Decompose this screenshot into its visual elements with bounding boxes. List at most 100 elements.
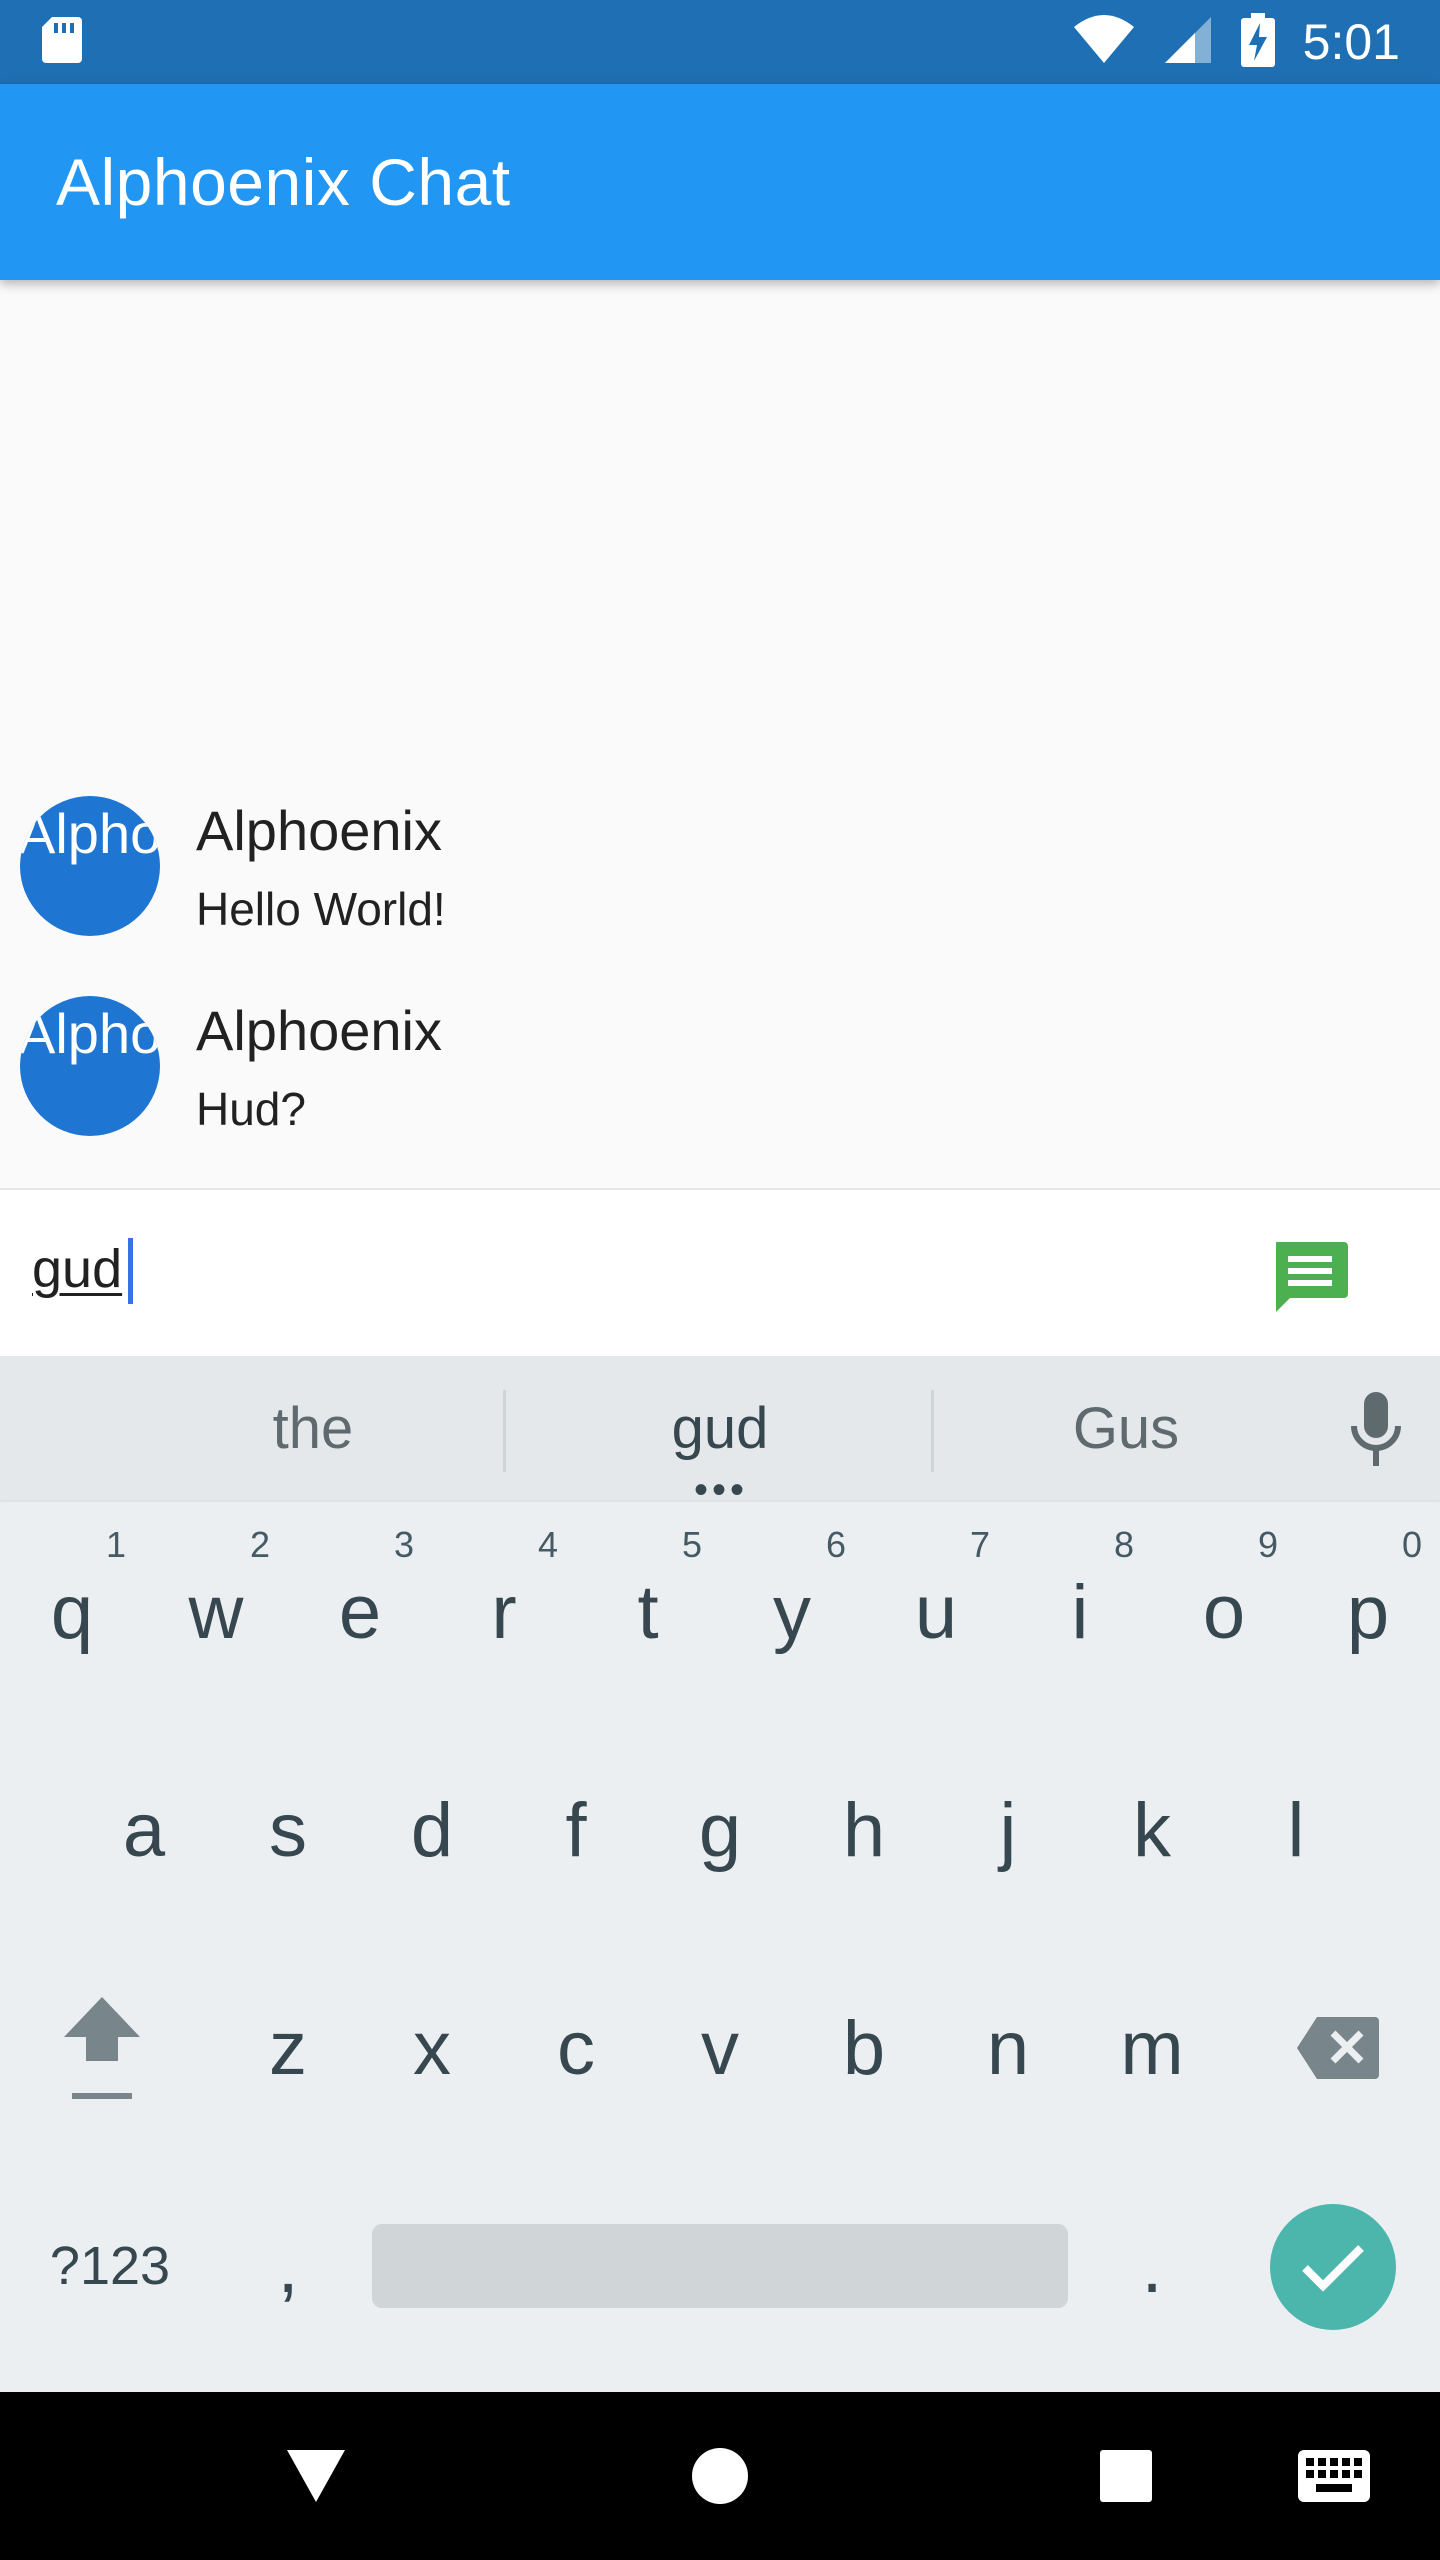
key-f[interactable]: f	[504, 1730, 648, 1930]
key-label: ,	[277, 2223, 299, 2309]
battery-charging-icon	[1240, 12, 1275, 72]
message-text: Hello World!	[196, 883, 446, 935]
app-title: Alphoenix Chat	[56, 145, 511, 219]
keyboard-switch-button[interactable]	[1294, 2436, 1374, 2516]
avatar-initials: Alphoenix	[20, 1002, 160, 1065]
key-z[interactable]: z	[216, 1948, 360, 2148]
send-button[interactable]	[1272, 1240, 1348, 1316]
cell-signal-icon	[1163, 15, 1213, 70]
home-button[interactable]	[680, 2436, 760, 2516]
navigation-bar	[0, 2392, 1440, 2560]
send-message-icon	[1276, 1242, 1348, 1312]
key-c[interactable]: c	[504, 1948, 648, 2148]
key-h[interactable]: h	[792, 1730, 936, 1930]
key-label: i	[1071, 1569, 1089, 1655]
message-text: Hud?	[196, 1083, 306, 1135]
message-item: Alphoenix Alphoenix Hud?	[0, 980, 1440, 1160]
key-d[interactable]: d	[360, 1730, 504, 1930]
key-label: j	[999, 1787, 1017, 1873]
key-hint: 6	[826, 1524, 847, 1565]
key-j[interactable]: j	[936, 1730, 1080, 1930]
key-label: l	[1287, 1787, 1305, 1873]
key-l[interactable]: l	[1224, 1730, 1368, 1930]
key-label: y	[773, 1569, 811, 1655]
enter-key[interactable]	[1270, 2204, 1396, 2330]
text-caret	[128, 1238, 133, 1304]
key-label: u	[914, 1569, 958, 1655]
key-label: x	[413, 2005, 451, 2091]
wifi-icon	[1073, 14, 1135, 70]
message-item: Alphoenix Alphoenix Hello World!	[0, 780, 1440, 960]
key-hint: 1	[106, 1524, 127, 1565]
period-key[interactable]: .	[1080, 2166, 1224, 2366]
keyboard-icon	[1298, 2450, 1370, 2502]
clock-time: 5:01	[1302, 14, 1400, 70]
key-label: r	[491, 1569, 517, 1655]
key-label: c	[557, 2005, 595, 2091]
key-label: o	[1202, 1569, 1246, 1655]
key-hint: 3	[394, 1524, 415, 1565]
recents-button[interactable]	[1086, 2436, 1166, 2516]
sender-name: Alphoenix	[196, 799, 442, 862]
avatar-initials: Alphoenix	[20, 802, 160, 865]
key-n[interactable]: n	[936, 1948, 1080, 2148]
key-label: z	[269, 2005, 307, 2091]
home-circle-icon	[692, 2448, 748, 2504]
space-bar[interactable]	[372, 2224, 1068, 2308]
key-label: g	[698, 1787, 742, 1873]
key-label: e	[338, 1569, 382, 1655]
microphone-icon[interactable]	[1348, 1392, 1404, 1468]
key-label: h	[842, 1787, 886, 1873]
message-input-value[interactable]: gud	[32, 1238, 122, 1300]
key-label: n	[986, 2005, 1030, 2091]
key-hint: 5	[682, 1524, 703, 1565]
key-hint: 2	[250, 1524, 271, 1565]
message-composer: gud	[0, 1190, 1440, 1356]
backspace-key[interactable]	[1266, 1948, 1410, 2148]
suggestion-strip: the gud ••• Gus	[0, 1356, 1440, 1512]
key-v[interactable]: v	[648, 1948, 792, 2148]
checkmark-icon	[1302, 2245, 1364, 2292]
key-m[interactable]: m	[1080, 1948, 1224, 2148]
comma-key[interactable]: ,	[216, 2166, 360, 2366]
key-label: f	[565, 1787, 587, 1873]
more-suggestions-icon: •••	[694, 1468, 749, 1512]
key-label: m	[1120, 2005, 1184, 2091]
key-label: a	[122, 1787, 166, 1873]
key-x[interactable]: x	[360, 1948, 504, 2148]
key-label: b	[842, 2005, 886, 2091]
key-hint: 8	[1114, 1524, 1135, 1565]
key-k[interactable]: k	[1080, 1730, 1224, 1930]
app-bar: Alphoenix Chat	[0, 84, 1440, 280]
key-label: s	[269, 1787, 307, 1873]
key-label: q	[50, 1569, 94, 1655]
avatar: Alphoenix	[20, 796, 160, 936]
back-button[interactable]	[276, 2436, 356, 2516]
key-hint: 9	[1258, 1524, 1279, 1565]
key-g[interactable]: g	[648, 1730, 792, 1930]
shift-key[interactable]	[30, 1948, 174, 2148]
backspace-icon	[1297, 2017, 1379, 2079]
key-b[interactable]: b	[792, 1948, 936, 2148]
key-label: v	[701, 2005, 739, 2091]
symbols-key[interactable]: ?123	[30, 2166, 190, 2366]
key-label: ?123	[49, 2236, 171, 2296]
suggestion-right[interactable]: Gus	[934, 1356, 1318, 1500]
suggestion-left[interactable]: the	[60, 1356, 566, 1500]
suggestion-separator	[0, 1500, 1440, 1502]
key-hint: 4	[538, 1524, 559, 1565]
key-label: k	[1133, 1787, 1171, 1873]
key-a[interactable]: a	[72, 1730, 216, 1930]
key-label: t	[637, 1569, 659, 1655]
key-hint: 0	[1402, 1524, 1423, 1565]
key-s[interactable]: s	[216, 1730, 360, 1930]
message-input[interactable]: gud	[32, 1230, 1212, 1320]
back-triangle-icon	[287, 2450, 345, 2502]
sd-card-icon	[40, 15, 84, 70]
key-label: p	[1346, 1569, 1390, 1655]
avatar: Alphoenix	[20, 996, 160, 1136]
sender-name: Alphoenix	[196, 999, 442, 1062]
status-bar: 5:01	[0, 0, 1440, 84]
recents-square-icon	[1100, 2450, 1152, 2502]
key-label: .	[1141, 2223, 1163, 2309]
